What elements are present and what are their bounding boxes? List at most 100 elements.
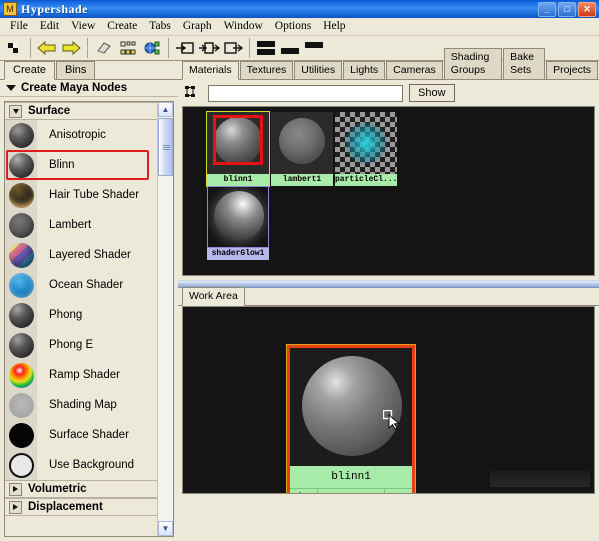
glossy-gray-sphere-icon <box>207 112 269 174</box>
tab-cameras[interactable]: Cameras <box>386 61 443 79</box>
layout-bottom-only-icon[interactable] <box>279 38 301 59</box>
toolbar-separator <box>249 38 250 58</box>
menu-window[interactable]: Window <box>218 18 269 35</box>
output-port-arrow-icon[interactable] <box>384 489 412 493</box>
menu-tabs[interactable]: Tabs <box>143 18 177 35</box>
node-label: Ramp Shader <box>49 369 120 381</box>
node-item-lambert[interactable]: Lambert <box>5 210 157 240</box>
glossy-gray-sphere-icon <box>290 348 412 466</box>
material-swatch-shaderglow1[interactable]: shaderGlow1 <box>207 186 269 260</box>
material-swatch-blinn1[interactable]: blinn1 <box>206 111 270 187</box>
scrollbar-thumb[interactable] <box>158 118 173 176</box>
search-input[interactable] <box>208 84 403 102</box>
filter-bar: Show <box>178 80 599 106</box>
work-area-canvas[interactable]: blinn1 <box>182 306 595 494</box>
menu-view[interactable]: View <box>65 18 101 35</box>
scroll-down-arrow-icon[interactable]: ▼ <box>158 521 173 536</box>
layout-top-only-icon[interactable] <box>303 38 325 59</box>
work-node-blinn1[interactable]: blinn1 <box>286 344 416 493</box>
create-maya-nodes-header[interactable]: Create Maya Nodes <box>0 80 178 97</box>
menu-create[interactable]: Create <box>101 18 143 35</box>
input-output-connections-icon[interactable] <box>198 38 220 59</box>
clear-graph-icon[interactable] <box>93 38 115 59</box>
node-item-blinn[interactable]: Blinn <box>5 150 157 180</box>
tab-bake-sets[interactable]: Bake Sets <box>503 48 546 79</box>
menu-help[interactable]: Help <box>317 18 351 35</box>
node-label: Surface Shader <box>49 429 129 441</box>
dark-gray-sphere-icon <box>5 150 37 180</box>
materials-canvas[interactable]: blinn1 lambert1 particleCl... shaderGlow… <box>182 106 595 276</box>
scroll-up-arrow-icon[interactable]: ▲ <box>158 102 173 117</box>
material-name: lambert1 <box>271 174 333 186</box>
minimize-button[interactable]: _ <box>538 1 556 17</box>
material-swatch-lambert1[interactable]: lambert1 <box>271 112 333 186</box>
node-item-shading-map[interactable]: Shading Map <box>5 390 157 420</box>
menu-bar: File Edit View Create Tabs Graph Window … <box>0 18 599 36</box>
layout-horizontal-split-icon[interactable] <box>255 38 277 59</box>
material-swatch-particlecloud[interactable]: particleCl... <box>335 112 397 186</box>
group-label-surface: Surface <box>28 105 71 117</box>
node-item-layered-shader[interactable]: Layered Shader <box>5 240 157 270</box>
input-port-arrow-icon[interactable] <box>290 489 318 493</box>
tab-work-area[interactable]: Work Area <box>182 287 245 306</box>
output-connections-icon[interactable] <box>222 38 244 59</box>
maximize-button[interactable]: □ <box>558 1 576 17</box>
hypershade-window: M Hypershade _ □ ✕ File Edit View Create… <box>0 0 599 541</box>
node-item-use-background[interactable]: Use Background <box>5 450 157 480</box>
graph-materials-icon[interactable] <box>141 38 163 59</box>
node-label: Use Background <box>49 459 135 471</box>
matte-gray-sphere-icon <box>271 112 333 174</box>
forward-arrow-icon[interactable] <box>60 38 82 59</box>
node-item-hair-tube-shader[interactable]: Hair Tube Shader <box>5 180 157 210</box>
group-header-volumetric[interactable]: Volumetric <box>5 480 157 498</box>
window-controls: _ □ ✕ <box>538 1 599 17</box>
group-header-surface[interactable]: Surface <box>5 102 157 120</box>
node-item-anisotropic[interactable]: Anisotropic <box>5 120 157 150</box>
node-label: Lambert <box>49 219 92 231</box>
input-connections-icon[interactable] <box>174 38 196 59</box>
filter-nodes-icon[interactable] <box>184 84 202 102</box>
chevron-down-icon <box>12 108 19 114</box>
expand-down-arrow-icon[interactable] <box>318 489 384 493</box>
node-item-phong[interactable]: Phong <box>5 300 157 330</box>
close-button[interactable]: ✕ <box>578 1 596 17</box>
flat-gray-sphere-icon <box>5 390 37 420</box>
tab-textures[interactable]: Textures <box>239 61 294 79</box>
node-item-ramp-shader[interactable]: Ramp Shader <box>5 360 157 390</box>
node-list-scrollbar[interactable]: ▲ ▼ <box>157 102 173 536</box>
node-item-ocean-shader[interactable]: Ocean Shader <box>5 270 157 300</box>
show-button[interactable]: Show <box>409 84 455 102</box>
canvas-artifact <box>490 471 590 487</box>
tab-materials[interactable]: Materials <box>182 61 239 80</box>
maya-window-icon: M <box>3 2 17 16</box>
selection-highlight-box <box>213 115 263 165</box>
menu-options[interactable]: Options <box>269 18 317 35</box>
chevron-right-icon <box>13 486 18 492</box>
group-header-displacement[interactable]: Displacement <box>5 498 157 516</box>
menu-file[interactable]: File <box>4 18 34 35</box>
collapse-toggle-surface[interactable] <box>9 104 22 118</box>
rearrange-graph-icon[interactable] <box>3 38 25 59</box>
collapse-toggle-displacement[interactable] <box>9 500 22 514</box>
graph-network-icon[interactable] <box>117 38 139 59</box>
tab-utilities[interactable]: Utilities <box>294 61 343 79</box>
node-item-phong-e[interactable]: Phong E <box>5 330 157 360</box>
material-name: shaderGlow1 <box>207 248 269 260</box>
menu-graph[interactable]: Graph <box>177 18 218 35</box>
tab-lights[interactable]: Lights <box>343 61 386 79</box>
node-label: Shading Map <box>49 399 117 411</box>
node-item-surface-shader[interactable]: Surface Shader <box>5 420 157 450</box>
collapse-toggle-volumetric[interactable] <box>9 482 22 496</box>
menu-edit[interactable]: Edit <box>34 18 65 35</box>
node-label: Ocean Shader <box>49 279 124 291</box>
back-arrow-icon[interactable] <box>36 38 58 59</box>
node-list: Surface Anisotropic Blinn Hair Tube Shad… <box>4 101 174 537</box>
tab-shading-groups[interactable]: Shading Groups <box>443 48 503 79</box>
tab-create[interactable]: Create <box>4 61 56 80</box>
work-node-name: blinn1 <box>290 466 412 488</box>
outline-sphere-icon <box>5 450 37 480</box>
tab-projects[interactable]: Projects <box>546 61 598 79</box>
checker-teal-cloud-icon <box>335 112 397 174</box>
node-label: Phong <box>49 309 83 321</box>
tab-bins[interactable]: Bins <box>56 61 96 79</box>
